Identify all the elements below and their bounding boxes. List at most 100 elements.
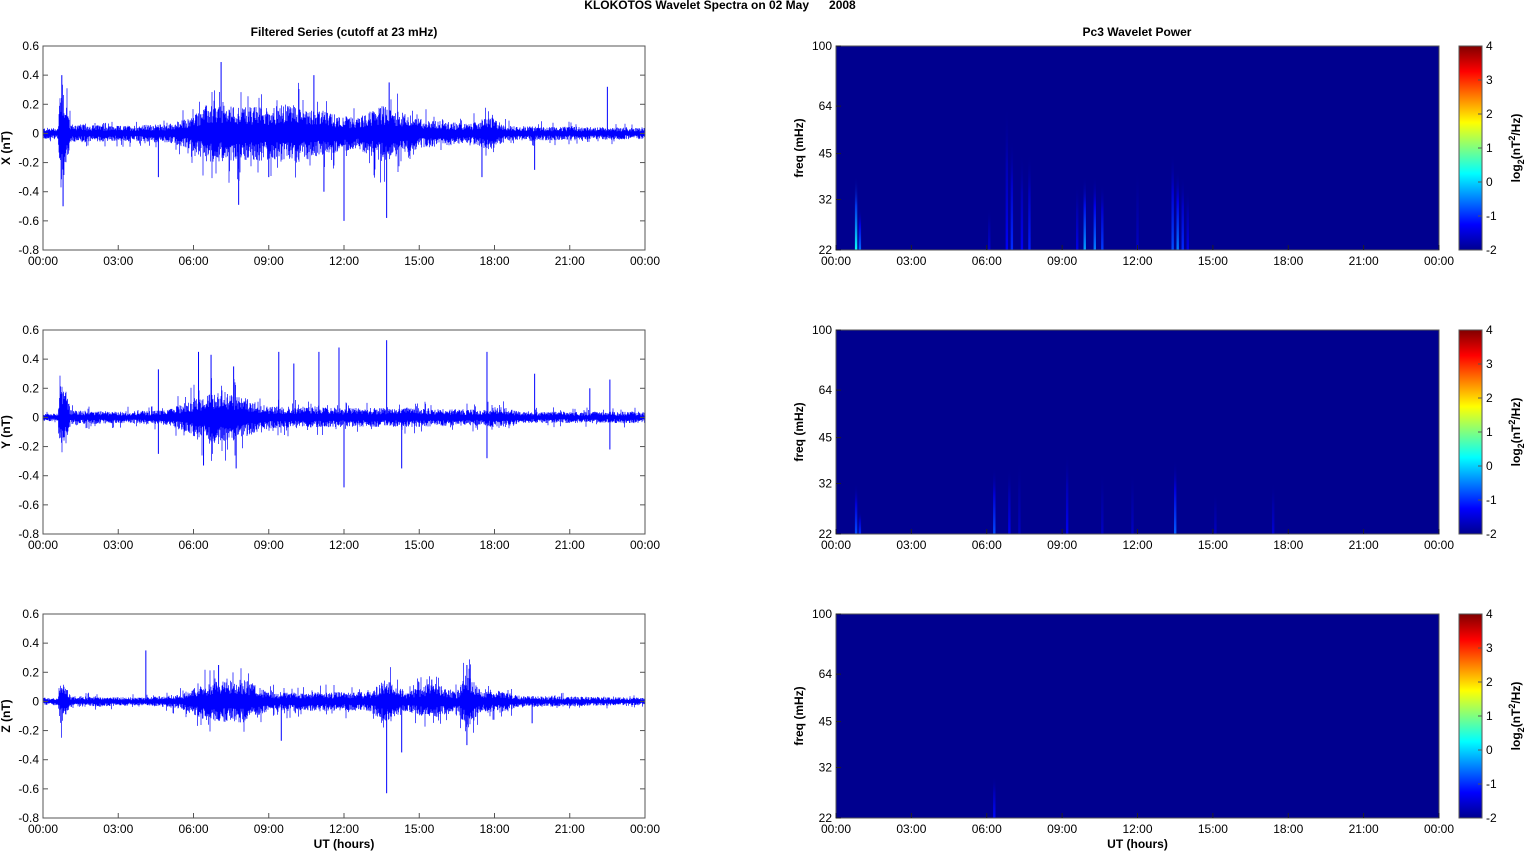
y-tick-label: 64 (819, 383, 833, 397)
x-tick-label: 15:00 (404, 254, 434, 268)
x-tick-label: 00:00 (821, 538, 851, 552)
wavelet-burst (1186, 187, 1189, 250)
wavelet-burst (1131, 471, 1134, 534)
x-tick-label: 00:00 (630, 822, 660, 836)
x-tick-label: 06:00 (178, 822, 208, 836)
x-tick-label: 06:00 (972, 538, 1002, 552)
x-tick-label: 03:00 (896, 538, 926, 552)
x-tick-label: 12:00 (1122, 822, 1152, 836)
y-tick-label: 100 (812, 323, 832, 337)
x-tick-label: 15:00 (404, 822, 434, 836)
wavelet-burst (1065, 453, 1069, 534)
colorbar-tick-label: 1 (1486, 425, 1493, 439)
wavelet-burst (988, 208, 991, 250)
x-tick-label: 09:00 (1047, 538, 1077, 552)
wavelet-burst (1018, 460, 1021, 534)
y-tick-label: 100 (812, 607, 832, 621)
x-axis-label: UT (hours) (1107, 837, 1168, 851)
colorbar-tick-label: 2 (1486, 391, 1493, 405)
y-axis-label: freq (mHz) (792, 402, 806, 461)
x-tick-label: 18:00 (479, 822, 509, 836)
colorbar-tick-label: 4 (1486, 39, 1493, 53)
y-tick-label: 0.6 (22, 323, 39, 337)
x-tick-label: 00:00 (630, 538, 660, 552)
x-tick-label: 00:00 (28, 538, 58, 552)
y-tick-label: -0.4 (18, 753, 39, 767)
x-tick-label: 18:00 (479, 538, 509, 552)
wavelet-burst (1101, 183, 1104, 250)
timeseries-panel-z: 0.60.40.20-0.2-0.4-0.6-0.800:00 03:00 06:0… (0, 607, 660, 851)
x-tick-label: 03:00 (896, 254, 926, 268)
x-tick-label: 21:00 (555, 822, 585, 836)
figure-title: KLOKOTOS Wavelet Spectra on 02 May 2008 (584, 0, 856, 12)
colorbar-tick-label: 3 (1486, 641, 1493, 655)
x-tick-label: 18:00 (479, 254, 509, 268)
wavelet-burst (1136, 169, 1139, 250)
y-tick-label: -0.6 (18, 498, 39, 512)
y-tick-label: 0 (32, 410, 39, 424)
x-tick-label: 00:00 (1424, 254, 1454, 268)
x-tick-label: 00:00 (1424, 822, 1454, 836)
figure: KLOKOTOS Wavelet Spectra on 02 May 2008 … (0, 0, 1526, 851)
y-tick-label: 32 (819, 761, 833, 775)
wavelet-burst (854, 483, 858, 534)
wavelet-burst (1176, 169, 1179, 250)
wavelet-burst (1093, 176, 1096, 250)
x-tick-label: 15:00 (1198, 254, 1228, 268)
colorbar-tick-label: 0 (1486, 459, 1493, 473)
colorbar-label: log2(nT2/Hz) (1507, 398, 1526, 467)
timeseries-panel-y: 0.60.40.20-0.2-0.4-0.6-0.800:00 03:00 06:0… (0, 323, 660, 552)
y-tick-label: 45 (819, 715, 833, 729)
x-tick-label: 09:00 (1047, 254, 1077, 268)
wavelet-background (836, 330, 1439, 534)
x-tick-label: 18:00 (1273, 822, 1303, 836)
wavelet-burst (1008, 467, 1011, 534)
x-tick-label: 09:00 (254, 538, 284, 552)
y-tick-label: 0.2 (22, 97, 39, 111)
wavelet-panel-y: 1006445322200:00 03:00 06:00 09:00 12:00 15:0… (792, 323, 1526, 552)
x-tick-label: 12:00 (329, 822, 359, 836)
y-tick-label: -0.2 (18, 724, 39, 738)
y-axis-label: X (nT) (0, 131, 13, 165)
colorbar-label-part: (nT (1509, 708, 1523, 727)
plot-area (43, 614, 645, 818)
right-column-title: Pc3 Wavelet Power (1083, 25, 1192, 39)
colorbar-label-part: /Hz) (1509, 682, 1523, 704)
y-tick-label: 32 (819, 477, 833, 491)
colorbar: 4 3 2 1 0 -1 -2 log2(nT2/Hz) (1458, 607, 1526, 825)
wavelet-burst (858, 208, 862, 250)
wavelet-burst (993, 776, 996, 818)
x-tick-label: 09:00 (254, 254, 284, 268)
x-tick-label: 12:00 (1122, 538, 1152, 552)
colorbar-tick-label: -1 (1486, 777, 1497, 791)
wavelet-burst (1173, 460, 1177, 534)
colorbar-label-part: log (1509, 448, 1523, 466)
y-tick-label: 0.6 (22, 607, 39, 621)
y-axis-label: Y (nT) (0, 415, 13, 449)
x-tick-label: 21:00 (555, 254, 585, 268)
y-tick-label: -0.4 (18, 185, 39, 199)
colorbar-label-part: log (1509, 732, 1523, 750)
x-tick-label: 00:00 (28, 254, 58, 268)
x-tick-label: 15:00 (1198, 538, 1228, 552)
y-tick-label: 0.4 (22, 636, 39, 650)
x-tick-label: 09:00 (254, 822, 284, 836)
y-tick-label: -0.2 (18, 156, 39, 170)
wavelet-burst (1010, 139, 1014, 250)
wavelet-burst (1214, 492, 1217, 534)
y-tick-label: 0.4 (22, 68, 39, 82)
colorbar: 4 3 2 1 0 -1 -2 log2(nT2/Hz) (1458, 323, 1526, 541)
wavelet-burst (858, 511, 862, 534)
colorbar-tick-label: 0 (1486, 743, 1493, 757)
wavelet-burst (1020, 153, 1024, 250)
wavelet-burst (1076, 183, 1079, 250)
y-tick-label: 100 (812, 39, 832, 53)
x-tick-label: 06:00 (972, 822, 1002, 836)
x-tick-label: 03:00 (103, 254, 133, 268)
x-tick-label: 06:00 (178, 538, 208, 552)
y-tick-label: 0 (32, 126, 39, 140)
wavelet-burst (1271, 483, 1275, 534)
colorbar-label-part: (nT (1509, 140, 1523, 159)
x-tick-label: 00:00 (630, 254, 660, 268)
y-axis-label: freq (mHz) (792, 686, 806, 745)
